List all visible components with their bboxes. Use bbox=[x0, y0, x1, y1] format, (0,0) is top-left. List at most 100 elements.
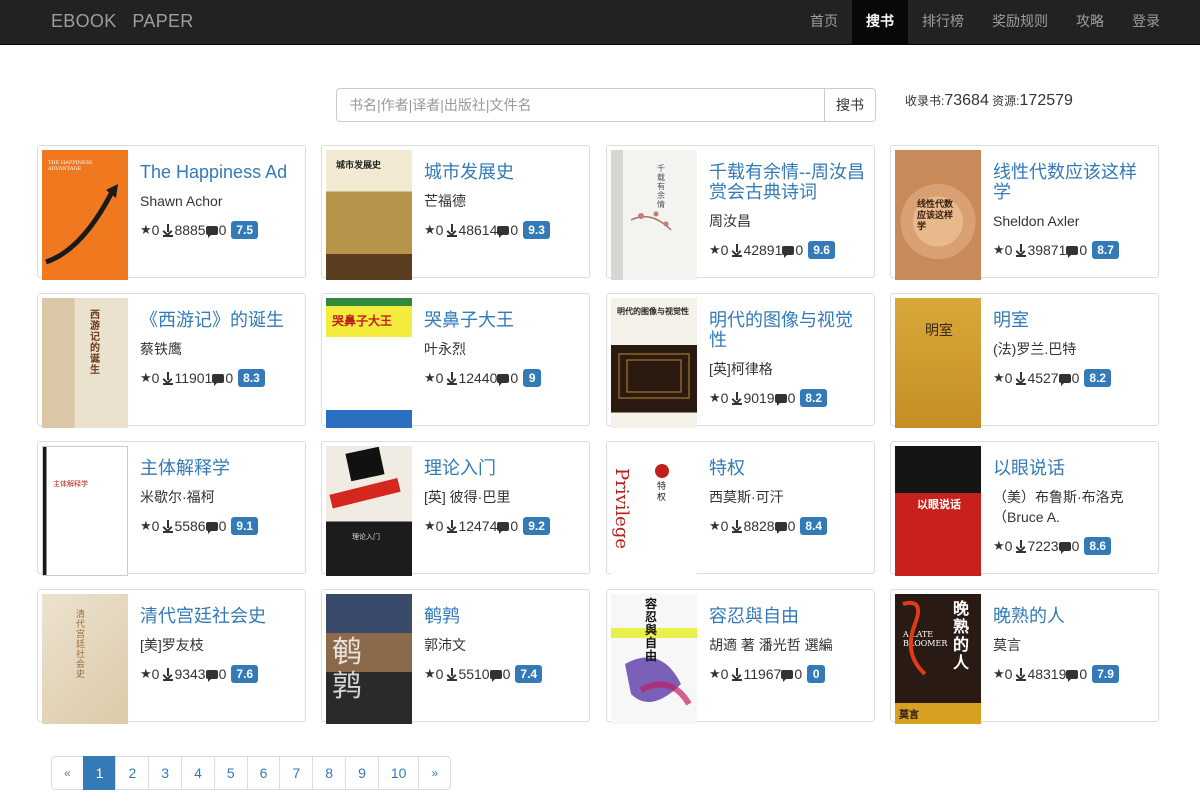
star-count: 0 bbox=[720, 666, 729, 682]
brand-logo[interactable]: EBOOK PAPER bbox=[51, 11, 194, 32]
book-title[interactable]: 容忍與自由 bbox=[709, 606, 869, 626]
book-cover[interactable]: 理论入门 bbox=[326, 446, 412, 576]
download-icon bbox=[732, 667, 743, 681]
page-link-5[interactable]: 5 bbox=[213, 756, 248, 790]
download-count: 9343 bbox=[174, 666, 206, 682]
book-info: 哭鼻子大王 叶永烈 ★ 0 12440 0 9 bbox=[424, 310, 584, 388]
book-card[interactable]: 哭鼻子大王 哭鼻子大王 叶永烈 ★ 0 12440 0 9 bbox=[321, 293, 590, 428]
page-link-1[interactable]: 1 bbox=[82, 756, 117, 790]
book-card[interactable]: 线性代数应该这样学 线性代数应该这样学 Sheldon Axler ★ 0 398… bbox=[890, 145, 1159, 280]
book-title[interactable]: 明代的图像与视觉性 bbox=[709, 310, 869, 350]
book-title[interactable]: 《西游记》的诞生 bbox=[140, 310, 300, 330]
book-title[interactable]: 以眼说话 bbox=[993, 458, 1153, 478]
book-title[interactable]: 清代宫廷社会史 bbox=[140, 606, 300, 626]
book-info: 城市发展史 芒福德 ★ 0 48614 0 9.3 bbox=[424, 162, 584, 240]
book-title[interactable]: 鹌鹑 bbox=[424, 606, 584, 626]
book-card[interactable]: 城市发展史 城市发展史 芒福德 ★ 0 48614 0 9.3 bbox=[321, 145, 590, 280]
book-cover[interactable]: 明代的图像与视觉性 bbox=[611, 298, 697, 428]
book-title[interactable]: 哭鼻子大王 bbox=[424, 310, 584, 330]
comment-icon bbox=[497, 521, 510, 534]
page-link-10[interactable]: 10 bbox=[377, 756, 420, 790]
nav-reward-rules[interactable]: 奖励规则 bbox=[978, 0, 1062, 45]
book-cover[interactable]: THE HAPPINESS ADVANTAGE bbox=[42, 150, 128, 280]
book-card[interactable]: 主体解释学 主体解释学 米歇尔·福柯 ★ 0 5586 0 9.1 bbox=[37, 441, 306, 576]
download-group: 8828 bbox=[732, 516, 775, 536]
book-title[interactable]: 线性代数应该这样学 bbox=[993, 162, 1153, 202]
download-icon bbox=[163, 667, 174, 681]
page-link-8[interactable]: 8 bbox=[312, 756, 347, 790]
comment-count: 0 bbox=[510, 370, 519, 386]
download-group: 48319 bbox=[1016, 664, 1066, 684]
book-stats: ★ 0 48614 0 9.3 bbox=[424, 220, 584, 240]
comment-icon bbox=[489, 669, 502, 682]
book-title[interactable]: 特权 bbox=[709, 458, 869, 478]
book-card[interactable]: THE HAPPINESS ADVANTAGE The Happiness Ad… bbox=[37, 145, 306, 280]
comment-icon bbox=[782, 245, 795, 258]
download-count: 11901 bbox=[174, 370, 213, 386]
page-link-6[interactable]: 6 bbox=[246, 756, 281, 790]
page-link-3[interactable]: 3 bbox=[148, 756, 183, 790]
book-cover[interactable]: 哭鼻子大王 bbox=[326, 298, 412, 428]
nav-guides[interactable]: 攻略 bbox=[1062, 0, 1118, 45]
nav-rankings[interactable]: 排行榜 bbox=[908, 0, 978, 45]
download-count: 48319 bbox=[1027, 666, 1067, 682]
book-cover[interactable]: 西游记的诞生 bbox=[42, 298, 128, 428]
book-cover[interactable]: 容忍與自由 bbox=[611, 594, 697, 724]
book-cover[interactable]: 明室 bbox=[895, 298, 981, 428]
download-group: 12474 bbox=[447, 516, 497, 536]
nav-search-books[interactable]: 搜书 bbox=[852, 0, 908, 45]
comment-icon bbox=[774, 521, 787, 534]
book-cover[interactable]: Privilege 特权 bbox=[611, 446, 697, 576]
book-title[interactable]: 城市发展史 bbox=[424, 162, 584, 182]
book-card[interactable]: 容忍與自由 容忍與自由 胡適 著 潘光哲 選編 ★ 0 11967 0 0 bbox=[606, 589, 875, 724]
search-button[interactable]: 搜书 bbox=[824, 88, 876, 122]
book-title[interactable]: 主体解释学 bbox=[140, 458, 300, 478]
book-author: 蔡铁鹰 bbox=[140, 341, 182, 357]
book-title[interactable]: 千载有余情--周汝昌赏会古典诗词 bbox=[709, 162, 869, 202]
comment-icon bbox=[205, 225, 218, 238]
page-link-7[interactable]: 7 bbox=[279, 756, 314, 790]
book-card[interactable]: 以眼说话 以眼说话 （美）布鲁斯·布洛克（Bruce A. ★ 0 7223 0 … bbox=[890, 441, 1159, 576]
pagination-next[interactable]: » bbox=[418, 756, 452, 790]
rating-badge: 8.2 bbox=[1084, 369, 1112, 387]
download-group: 5510 bbox=[447, 664, 490, 684]
book-card[interactable]: 鹌鹑 鹌鹑 郭沛文 ★ 0 5510 0 7.4 bbox=[321, 589, 590, 724]
book-card[interactable]: 晚熟的人 A LATE BLOOMER 莫言 晚熟的人 莫言 ★ 0 48319 … bbox=[890, 589, 1159, 724]
search-input[interactable] bbox=[336, 88, 824, 122]
book-cover[interactable]: 晚熟的人 A LATE BLOOMER 莫言 bbox=[895, 594, 981, 724]
book-card[interactable]: 西游记的诞生 《西游记》的诞生 蔡铁鹰 ★ 0 11901 0 8.3 bbox=[37, 293, 306, 428]
page-link-4[interactable]: 4 bbox=[181, 756, 215, 790]
book-cover[interactable]: 千载有余情 bbox=[611, 150, 697, 280]
book-cover[interactable]: 主体解释学 bbox=[42, 446, 128, 576]
book-card[interactable]: 千载有余情 千载有余情--周汝昌赏会古典诗词 周汝昌 ★ 0 42891 0 9.… bbox=[606, 145, 875, 280]
book-card[interactable]: 理论入门 理论入门 [英] 彼得·巴里 ★ 0 12474 0 9.2 bbox=[321, 441, 590, 576]
nav-login[interactable]: 登录 bbox=[1118, 0, 1174, 45]
download-group: 11967 bbox=[732, 664, 781, 684]
cover-text: 以眼说话 bbox=[917, 498, 961, 511]
page-link-9[interactable]: 9 bbox=[345, 756, 379, 790]
pagination-prev[interactable]: « bbox=[51, 756, 84, 790]
comment-icon bbox=[212, 373, 225, 386]
book-card[interactable]: Privilege 特权 特权 西莫斯·可汗 ★ 0 8828 0 8.4 bbox=[606, 441, 875, 576]
book-cover[interactable]: 清代宫廷社会史 bbox=[42, 594, 128, 724]
rating-badge: 9.1 bbox=[231, 517, 259, 535]
book-card[interactable]: 明代的图像与视觉性 明代的图像与视觉性 [英]柯律格 ★ 0 9019 0 8.2 bbox=[606, 293, 875, 428]
book-card[interactable]: 清代宫廷社会史 清代宫廷社会史 [美]罗友枝 ★ 0 9343 0 7.6 bbox=[37, 589, 306, 724]
page-link-2[interactable]: 2 bbox=[115, 756, 150, 790]
book-title[interactable]: 明室 bbox=[993, 310, 1153, 330]
book-title[interactable]: 理论入门 bbox=[424, 458, 584, 478]
book-info: 以眼说话 （美）布鲁斯·布洛克（Bruce A. ★ 0 7223 0 8.6 bbox=[993, 458, 1153, 556]
book-cover[interactable]: 以眼说话 bbox=[895, 446, 981, 576]
rating-badge: 7.6 bbox=[231, 665, 259, 683]
star-count: 0 bbox=[435, 518, 444, 534]
nav-home[interactable]: 首页 bbox=[796, 0, 852, 45]
book-title[interactable]: The Happiness Ad bbox=[140, 162, 300, 182]
main-nav: 首页 搜书 排行榜 奖励规则 攻略 登录 bbox=[796, 0, 1174, 45]
download-icon bbox=[447, 223, 458, 237]
book-cover[interactable]: 城市发展史 bbox=[326, 150, 412, 280]
book-card[interactable]: 明室 明室 (法)罗兰.巴特 ★ 0 4527 0 8.2 bbox=[890, 293, 1159, 428]
download-icon bbox=[163, 519, 174, 533]
book-title[interactable]: 晚熟的人 bbox=[993, 606, 1153, 626]
book-cover[interactable]: 鹌鹑 bbox=[326, 594, 412, 724]
book-cover[interactable]: 线性代数应该这样学 bbox=[895, 150, 981, 280]
